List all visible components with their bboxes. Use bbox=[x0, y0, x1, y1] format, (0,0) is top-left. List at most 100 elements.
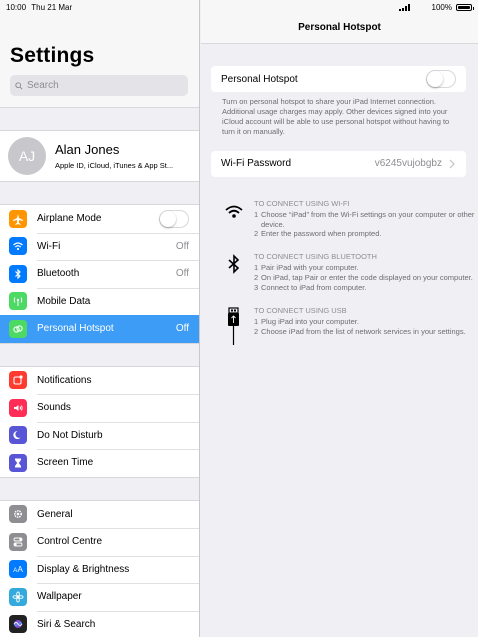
sounds-icon bbox=[9, 398, 27, 417]
gear-icon bbox=[9, 505, 27, 524]
sidebar-item-sounds[interactable]: Sounds bbox=[0, 394, 199, 422]
avatar: AJ bbox=[8, 137, 46, 175]
sidebar-header: Settings Search bbox=[0, 0, 199, 108]
notifications-group: Notifications Sounds Do Not Disturb Screen … bbox=[0, 365, 199, 478]
sidebar-item-screen-time[interactable]: Screen Time bbox=[0, 449, 199, 477]
sidebar-item-label: Siri & Search bbox=[37, 618, 96, 630]
sidebar-item-display-brightness[interactable]: A A Display & Brightness bbox=[0, 555, 199, 584]
apple-id-profile[interactable]: AJ Alan Jones Apple ID, iCloud, iTunes &… bbox=[0, 131, 199, 181]
sidebar-item-label: General bbox=[37, 508, 73, 520]
sidebar-item-label: Wallpaper bbox=[37, 591, 82, 603]
status-date: Thu 21 Mar bbox=[31, 2, 73, 12]
notifications-icon bbox=[9, 371, 27, 390]
sidebar-item-label: Mobile Data bbox=[37, 295, 91, 307]
sidebar-item-wi-fi[interactable]: Wi-Fi Off bbox=[0, 232, 199, 261]
hourglass-icon bbox=[9, 453, 27, 472]
step-number: 2 bbox=[254, 273, 259, 283]
search-placeholder: Search bbox=[27, 80, 59, 91]
sidebar-item-label: Bluetooth bbox=[37, 268, 80, 280]
siri-icon bbox=[9, 615, 27, 634]
svg-text:A: A bbox=[18, 565, 24, 574]
wifi-instructions: TO CONNECT USING WI-FI 1 Choose “iPad” fr… bbox=[221, 199, 478, 240]
sidebar-item-label: Personal Hotspot bbox=[37, 323, 114, 335]
bt-step-2: On iPad, tap Pair or enter the code disp… bbox=[261, 273, 473, 283]
bt-step-3: Connect to iPad from computer. bbox=[261, 283, 367, 293]
switches-icon bbox=[9, 532, 27, 551]
usb-step-2: Choose iPad from the list of network ser… bbox=[261, 327, 466, 337]
usb-step-1: Plug iPad into your computer. bbox=[261, 317, 359, 327]
step-number: 1 bbox=[254, 263, 259, 273]
sidebar-item-label: Sounds bbox=[37, 402, 71, 414]
sidebar-item-mobile-data[interactable]: Mobile Data bbox=[0, 287, 199, 316]
sidebar-item-personal-hotspot[interactable]: Personal Hotspot Off bbox=[0, 315, 199, 343]
search-field[interactable]: Search bbox=[10, 75, 188, 96]
sidebar-item-label: Control Centre bbox=[37, 536, 103, 548]
sidebar-item-airplane-mode[interactable]: Airplane Mode bbox=[0, 205, 199, 233]
personal-hotspot-detail: Personal Hotspot Personal Hotspot Turn o… bbox=[201, 0, 478, 637]
connect-instructions: TO CONNECT USING WI-FI 1 Choose “iPad” fr… bbox=[221, 199, 478, 346]
bluetooth-icon bbox=[228, 254, 240, 275]
sidebar-item-value: Off bbox=[175, 268, 189, 280]
search-icon bbox=[15, 81, 23, 90]
moon-icon bbox=[9, 426, 27, 445]
settings-sidebar: Settings Search AJ Alan Jones Apple ID, … bbox=[0, 0, 200, 637]
usb-instructions: TO CONNECT USING USB 1 Plug iPad into you… bbox=[221, 306, 478, 346]
display-icon: AA bbox=[9, 560, 27, 579]
step-number: 2 bbox=[254, 327, 259, 337]
airplane-mode-toggle[interactable] bbox=[159, 209, 189, 228]
hotspot-row: Personal Hotspot bbox=[211, 66, 466, 92]
sidebar-item-siri-search[interactable]: Siri & Search bbox=[0, 610, 199, 637]
page-title: Settings bbox=[10, 44, 95, 67]
general-group: General Control Centre A A Display & Brightn… bbox=[0, 499, 199, 637]
sidebar-item-bluetooth[interactable]: Bluetooth Off bbox=[0, 260, 199, 288]
sidebar-item-do-not-disturb[interactable]: Do Not Disturb bbox=[0, 421, 199, 450]
status-bar: 10:00 Thu 21 Mar 100% bbox=[0, 0, 478, 14]
sidebar-item-value: Off bbox=[175, 323, 189, 335]
hotspot-label: Personal Hotspot bbox=[221, 73, 298, 85]
sidebar-item-label: Screen Time bbox=[37, 457, 94, 469]
signal-icon bbox=[398, 3, 410, 11]
status-time: 10:00 bbox=[6, 2, 27, 12]
wifi-step-1: Choose “iPad” from the Wi-Fi settings on… bbox=[261, 209, 475, 229]
bluetooth-icon bbox=[9, 264, 27, 283]
sidebar-item-general[interactable]: General bbox=[0, 501, 199, 529]
profile-subtitle: Apple ID, iCloud, iTunes & App St... bbox=[55, 161, 174, 170]
airplane-icon bbox=[9, 209, 27, 228]
sidebar-item-value: Off bbox=[175, 240, 189, 252]
usb-cable-icon bbox=[228, 307, 239, 346]
step-number: 2 bbox=[254, 229, 259, 239]
wifi-password-value: v6245vujobgbz bbox=[374, 158, 442, 170]
hotspot-icon bbox=[9, 319, 27, 338]
antenna-icon bbox=[9, 292, 27, 311]
connectivity-group: Airplane Mode Wi-Fi Off Bluetooth Off Mobile … bbox=[0, 204, 199, 344]
sidebar-item-notifications[interactable]: Notifications bbox=[0, 367, 199, 395]
bluetooth-heading: TO CONNECT USING BLUETOOTH bbox=[254, 252, 377, 262]
step-number: 3 bbox=[254, 283, 259, 293]
profile-name: Alan Jones bbox=[55, 142, 120, 157]
hotspot-note: Turn on personal hotspot to share your i… bbox=[222, 97, 450, 136]
wifi-heading: TO CONNECT USING WI-FI bbox=[254, 198, 350, 208]
sidebar-item-control-centre[interactable]: Control Centre bbox=[0, 528, 199, 556]
sidebar-item-label: Do Not Disturb bbox=[37, 429, 103, 441]
bt-step-1: Pair iPad with your computer. bbox=[261, 263, 359, 273]
hotspot-toggle[interactable] bbox=[426, 70, 456, 88]
chevron-right-icon bbox=[449, 159, 455, 169]
wifi-icon bbox=[9, 237, 27, 256]
wifi-step-2: Enter the password when prompted. bbox=[261, 229, 382, 239]
usb-heading: TO CONNECT USING USB bbox=[254, 306, 347, 316]
wifi-password-label: Wi-Fi Password bbox=[221, 158, 292, 170]
wifi-icon bbox=[225, 205, 243, 218]
step-number: 1 bbox=[254, 209, 259, 219]
sidebar-item-label: Notifications bbox=[37, 374, 92, 386]
bluetooth-instructions: TO CONNECT USING BLUETOOTH 1 Pair iPad wi… bbox=[221, 252, 478, 293]
step-number: 1 bbox=[254, 317, 259, 327]
sidebar-item-label: Wi-Fi bbox=[37, 240, 61, 252]
detail-title: Personal Hotspot bbox=[298, 22, 381, 33]
wifi-password-row[interactable]: Wi-Fi Password v6245vujobgbz bbox=[211, 151, 466, 177]
battery-icon bbox=[456, 3, 474, 11]
sidebar-item-wallpaper[interactable]: Wallpaper bbox=[0, 583, 199, 611]
sidebar-item-label: Airplane Mode bbox=[37, 213, 102, 225]
sidebar-item-label: Display & Brightness bbox=[37, 563, 130, 575]
battery-percent: 100% bbox=[431, 2, 452, 12]
wallpaper-icon bbox=[9, 587, 27, 606]
